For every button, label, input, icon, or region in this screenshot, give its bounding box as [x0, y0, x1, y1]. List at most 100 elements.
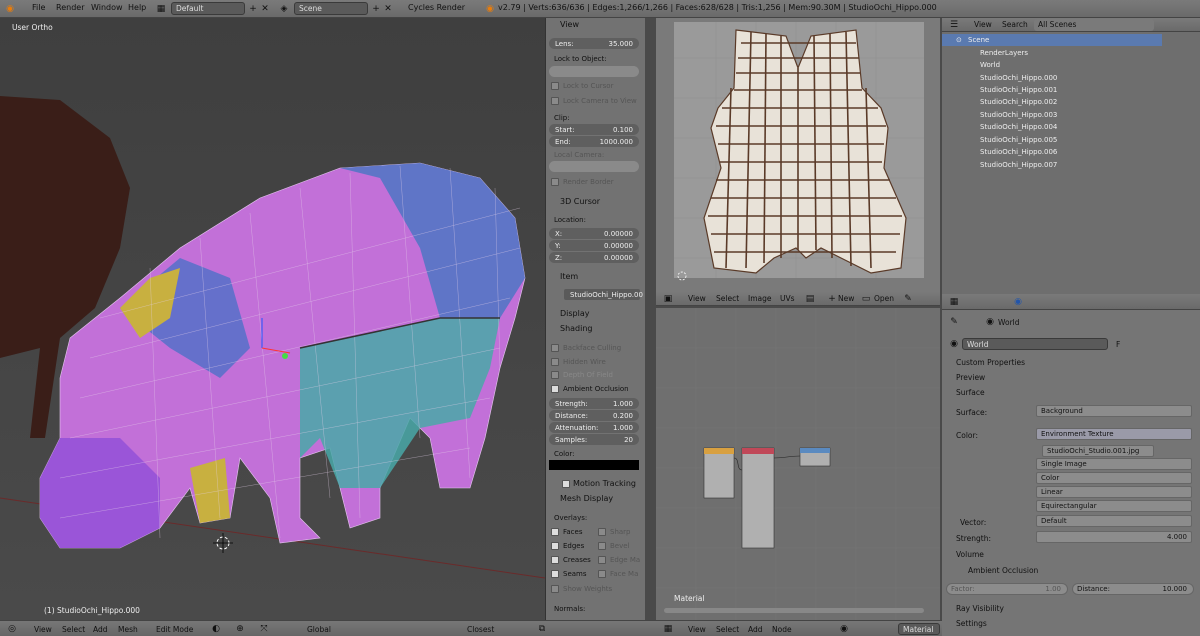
cursor-x-field[interactable]: X: 0.00000 [549, 228, 639, 239]
uv-menu-view[interactable]: View [688, 294, 706, 303]
outliner-menu-search[interactable]: Search [1002, 20, 1028, 29]
node-menu-view[interactable]: View [688, 625, 706, 634]
snap-icon[interactable]: ⧉ [536, 623, 548, 635]
add-layout-icon[interactable]: + [247, 3, 259, 15]
backface-checkbox[interactable] [551, 344, 559, 352]
world-name-field[interactable]: World [962, 338, 1108, 350]
outliner-scene-row[interactable]: ⊙ Scene [942, 34, 1162, 46]
open-image-button[interactable]: Open [874, 294, 894, 303]
projection-select[interactable]: Equirectangular [1036, 500, 1192, 512]
mesh-display-header[interactable]: Mesh Display [560, 494, 613, 503]
item-name-field[interactable]: StudioOchi_Hippo.00 [564, 289, 643, 300]
ao-samples-field[interactable]: Samples: 20 [549, 434, 639, 445]
view-panel-header[interactable]: View [560, 20, 579, 29]
orientation-select[interactable]: Global [307, 625, 331, 634]
close-layout-icon[interactable]: ✕ [259, 3, 271, 15]
creases-checkbox[interactable] [551, 556, 559, 564]
vector-select[interactable]: Default [1036, 515, 1192, 527]
bevel-checkbox[interactable] [598, 542, 606, 550]
shading-icon[interactable]: ◐ [210, 623, 222, 635]
ao-atten-field[interactable]: Attenuation: 1.000 [549, 422, 639, 433]
ao-distance-field[interactable]: Distance: 10.000 [1072, 583, 1194, 595]
blender-logo-icon[interactable]: ◉ [4, 3, 16, 15]
outliner-object-row[interactable]: StudioOchi_Hippo.007 [942, 159, 1200, 171]
uv-canvas[interactable] [656, 18, 940, 292]
menu-help[interactable]: Help [128, 3, 146, 12]
face-marks-checkbox[interactable] [598, 570, 606, 578]
pivot-icon[interactable]: ⊕ [234, 623, 246, 635]
view3d-menu-view[interactable]: View [34, 625, 52, 634]
props-type-icon[interactable]: ▦ [948, 296, 960, 308]
dof-checkbox[interactable] [551, 371, 559, 379]
manipulator-icon[interactable]: ⤧ [258, 623, 270, 635]
clip-start-field[interactable]: Start: 0.100 [549, 124, 639, 135]
edges-checkbox[interactable] [551, 542, 559, 550]
ao-strength-field[interactable]: Strength: 1.000 [549, 398, 639, 409]
color-space-select[interactable]: Color [1036, 472, 1192, 484]
view3d-menu-select[interactable]: Select [62, 625, 85, 634]
lens-field[interactable]: Lens: 35.000 [549, 38, 639, 49]
ao-factor-field[interactable]: Factor: 1.00 [946, 583, 1068, 595]
custom-props-header[interactable]: Custom Properties [956, 358, 1025, 367]
render-engine[interactable]: Cycles Render [408, 3, 465, 12]
3d-viewport[interactable]: User Ortho (1) StudioOchi_Hippo.000 [0, 18, 545, 620]
image-browse-icon[interactable]: ▤ [804, 293, 816, 305]
outliner-object-row[interactable]: StudioOchi_Hippo.005 [942, 134, 1200, 146]
node-scrollbar[interactable] [664, 608, 924, 613]
node-menu-add[interactable]: Add [748, 625, 763, 634]
sharp-checkbox[interactable] [598, 528, 606, 536]
outliner-object-row[interactable]: StudioOchi_Hippo.003 [942, 109, 1200, 121]
pin-icon[interactable]: ✎ [902, 293, 914, 305]
outliner-object-row[interactable]: StudioOchi_Hippo.002 [942, 96, 1200, 108]
local-camera-field[interactable] [549, 161, 639, 172]
outliner-object-row[interactable]: StudioOchi_Hippo.000 [942, 72, 1200, 84]
strength-field[interactable]: 4.000 [1036, 531, 1192, 543]
new-image-button[interactable]: New [838, 294, 854, 303]
outliner-object-row[interactable]: StudioOchi_Hippo.004 [942, 121, 1200, 133]
node-editor[interactable]: Material [656, 308, 940, 620]
surface-select[interactable]: Background [1036, 405, 1192, 417]
view3d-menu-add[interactable]: Add [93, 625, 108, 634]
fake-user-button[interactable]: F [1116, 340, 1120, 349]
3d-cursor-header[interactable]: 3D Cursor [560, 197, 600, 206]
menu-file[interactable]: File [32, 3, 45, 12]
volume-header[interactable]: Volume [956, 550, 984, 559]
layout-icon[interactable]: ▦ [155, 3, 167, 15]
mode-select[interactable]: Edit Mode [156, 625, 193, 634]
scene-select[interactable]: Scene [294, 2, 368, 15]
uv-editor[interactable] [656, 18, 940, 292]
faces-checkbox[interactable] [551, 528, 559, 536]
shader-type-icon[interactable]: ◉ [838, 623, 850, 635]
settings-header[interactable]: Settings [956, 619, 987, 628]
surface-header[interactable]: Surface [956, 388, 985, 397]
menu-window[interactable]: Window [91, 3, 123, 12]
display-header[interactable]: Display [560, 309, 590, 318]
open-folder-icon[interactable]: ▭ [860, 293, 872, 305]
lock-camera-checkbox[interactable] [551, 97, 559, 105]
show-weights-checkbox[interactable] [551, 585, 559, 593]
lock-cursor-checkbox[interactable] [551, 82, 559, 90]
outliner-world-row[interactable]: World [942, 59, 1200, 71]
interpolation-select[interactable]: Linear [1036, 486, 1192, 498]
image-name-field[interactable]: StudioOchi_Studio.001.jpg [1042, 445, 1154, 457]
outliner-menu-view[interactable]: View [974, 20, 992, 29]
uv-menu-uvs[interactable]: UVs [780, 294, 795, 303]
ray-visibility-header[interactable]: Ray Visibility [956, 604, 1004, 613]
clip-end-field[interactable]: End: 1000.000 [549, 136, 639, 147]
motion-tracking-header[interactable]: Motion Tracking [573, 479, 636, 488]
cursor-z-field[interactable]: Z: 0.00000 [549, 252, 639, 263]
editor-type-icon[interactable]: ▣ [662, 293, 674, 305]
outliner-renderlayers-row[interactable]: RenderLayers [942, 47, 1200, 59]
close-scene-icon[interactable]: ✕ [382, 3, 394, 15]
add-scene-icon[interactable]: + [370, 3, 382, 15]
material-slot-field[interactable]: Material [898, 623, 940, 635]
edge-marks-checkbox[interactable] [598, 556, 606, 564]
outliner-object-row[interactable]: StudioOchi_Hippo.001 [942, 84, 1200, 96]
node-menu-select[interactable]: Select [716, 625, 739, 634]
scene-icon[interactable]: ◈ [278, 3, 290, 15]
item-header[interactable]: Item [560, 272, 578, 281]
image-source-select[interactable]: Single Image [1036, 458, 1192, 470]
view3d-menu-mesh[interactable]: Mesh [118, 625, 138, 634]
snap-target-select[interactable]: Closest [467, 625, 494, 634]
node-editor-type-icon[interactable]: ▦ [662, 623, 674, 635]
